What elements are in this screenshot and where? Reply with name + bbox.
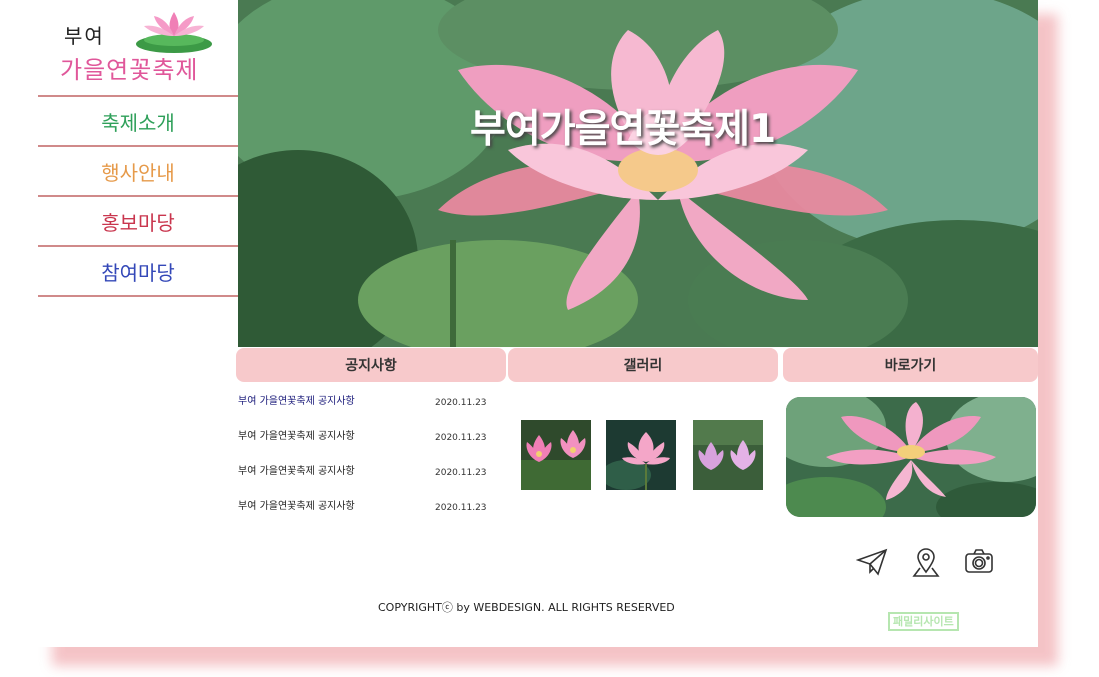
menu-item-festival-intro[interactable]: 축제소개 [38,95,238,145]
menu-item-label: 축제소개 [101,110,175,135]
lotus-hero-image [238,0,1038,347]
notice-date: 2020.11.23 [435,398,487,408]
main-menu: 축제소개 행사안내 홍보마당 참여마당 [38,95,238,297]
notice-title[interactable]: 부여 가을연꽃축제 공지사항 [238,462,355,477]
notice-date: 2020.11.23 [435,468,487,478]
hero-banner: 부여가을연꽃축제1 [238,0,1038,347]
tab-shortcut-label: 바로가기 [884,358,937,374]
gallery-thumb[interactable] [606,420,676,490]
map-pin-icon[interactable] [910,546,942,578]
gallery-thumb[interactable] [521,420,591,490]
menu-item-label: 참여마당 [101,260,175,285]
gallery-thumb[interactable] [693,420,763,490]
notice-title[interactable]: 부여 가을연꽃축제 공지사항 [238,497,355,512]
notice-date: 2020.11.23 [435,433,487,443]
tab-notice[interactable]: 공지사항 [236,348,506,382]
sidebar: 부여 가을연꽃축제 축제소개 행사안내 홍보마당 참여마당 [38,0,238,300]
purple-lotus-pair-image [693,420,763,490]
list-item[interactable]: 부여 가을연꽃축제 공지사항 2020.11.23 [238,388,488,423]
tab-gallery-label: 갤러리 [623,358,663,374]
logo[interactable]: 부여 가을연꽃축제 [38,0,238,94]
notice-title[interactable]: 부여 가을연꽃축제 공지사항 [238,392,355,407]
hero-title: 부여가을연꽃축제1 [470,107,776,152]
notice-date: 2020.11.23 [435,503,487,513]
logo-text-top: 부여 [64,24,105,48]
list-item[interactable]: 부여 가을연꽃축제 공지사항 2020.11.23 [238,423,488,458]
menu-item-promotion[interactable]: 홍보마당 [38,195,238,245]
single-pink-lotus-image [606,420,676,490]
menu-item-participation[interactable]: 참여마당 [38,245,238,297]
lotus-shortcut-image [786,397,1036,517]
lotus-logo-icon [136,12,212,53]
menu-item-label: 홍보마당 [101,210,175,235]
two-pink-lotus-image [521,420,591,490]
footer-copyright: COPYRIGHTⓒ by WEBDESIGN. ALL RIGHTS RESE… [378,601,675,614]
menu-item-label: 행사안내 [101,160,175,185]
list-item[interactable]: 부여 가을연꽃축제 공지사항 2020.11.23 [238,493,488,528]
menu-item-event-guide[interactable]: 행사안내 [38,145,238,195]
logo-text-main: 가을연꽃축제 [60,56,199,84]
paper-plane-icon[interactable] [855,546,888,578]
notice-list: 부여 가을연꽃축제 공지사항 2020.11.23 부여 가을연꽃축제 공지사항… [238,388,488,528]
family-site-button[interactable]: 패밀리사이트 [888,612,959,631]
tab-shortcut[interactable]: 바로가기 [783,348,1038,382]
camera-icon[interactable] [963,546,995,578]
tab-notice-label: 공지사항 [345,358,397,374]
page: 부여 가을연꽃축제 축제소개 행사안내 홍보마당 참여마당 부여가을연꽃축제1 … [38,0,1038,647]
tab-gallery[interactable]: 갤러리 [508,348,778,382]
shortcut-banner-image[interactable] [786,397,1036,517]
notice-title[interactable]: 부여 가을연꽃축제 공지사항 [238,427,355,442]
list-item[interactable]: 부여 가을연꽃축제 공지사항 2020.11.23 [238,458,488,493]
